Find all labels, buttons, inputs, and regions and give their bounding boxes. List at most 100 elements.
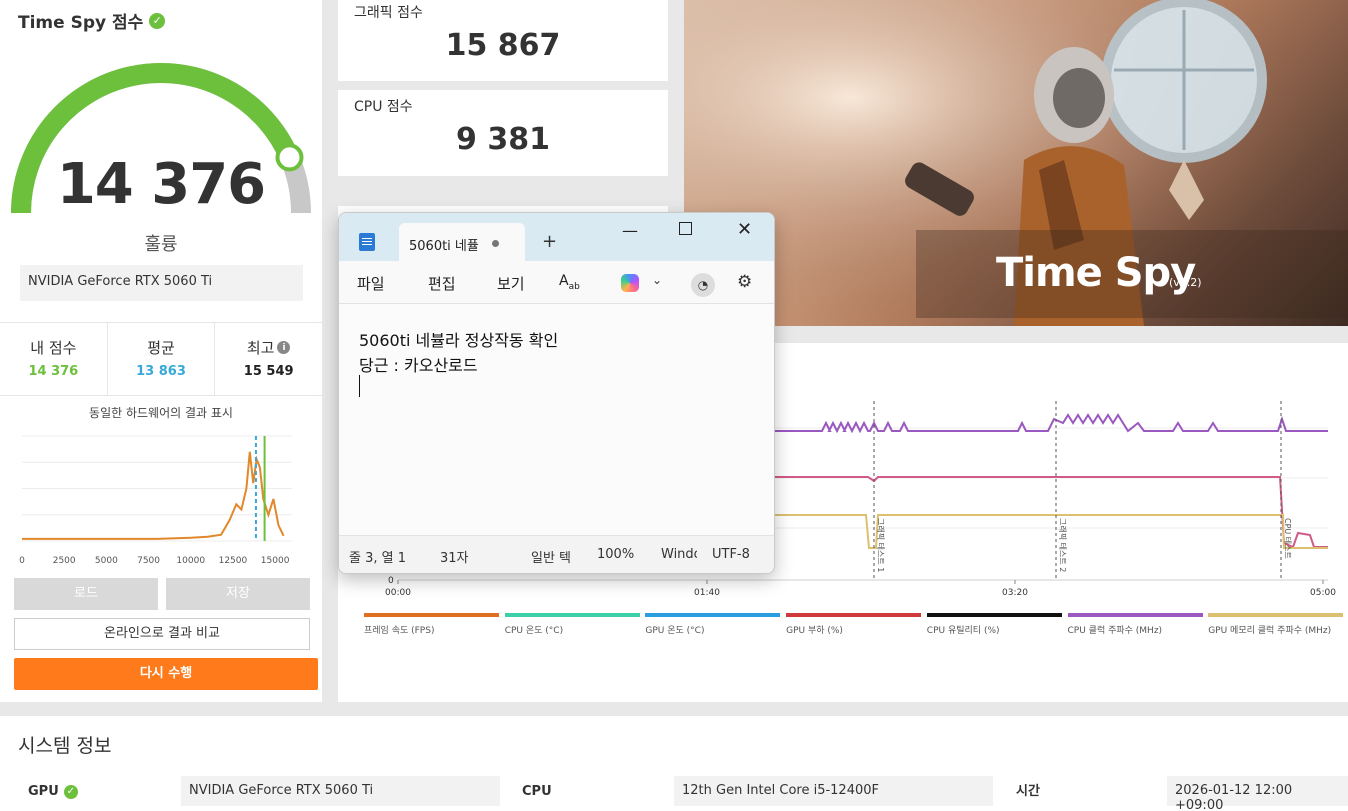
rerun-button[interactable]: 다시 수행 (14, 658, 318, 690)
event-marker-label: 그래픽 테스트 1 (876, 518, 886, 572)
notepad-tab[interactable]: 5060ti 네퓰 (399, 223, 525, 261)
menu-file[interactable]: 파일 (357, 273, 385, 294)
legend-swatch (926, 613, 1062, 617)
stat-my-score: 내 점수 14 376 (0, 323, 108, 395)
legend-swatch (504, 613, 640, 617)
legend-swatch (1208, 613, 1344, 617)
status-encoding[interactable]: UTF-8 (712, 547, 750, 562)
unsaved-dot-icon[interactable] (492, 240, 499, 247)
legend-swatch (645, 613, 781, 617)
total-score: 14 376 (56, 152, 266, 217)
legend-label: 프레임 속도 (FPS) (364, 626, 435, 636)
legend-label: GPU 부하 (%) (786, 626, 843, 636)
distribution-chart: 0 2500 5000 7500 10000 12500 15000 (19, 435, 292, 563)
notepad-window[interactable]: 5060ti 네퓰 + — ✕ 파일 편집 보기 Aab ⌄ ◔ ⚙ 5060t… (338, 212, 775, 574)
check-icon: ✓ (63, 784, 78, 799)
compare-online-button[interactable]: 온라인으로 결과 비교 (14, 618, 310, 650)
gpu-label-text: GPU (28, 784, 59, 799)
tick-label: 2500 (53, 556, 76, 563)
save-button[interactable]: 저장 (166, 578, 310, 610)
legend-label: CPU 클럭 주파수 (MHz) (1067, 626, 1163, 636)
notepad-app-icon (359, 233, 375, 251)
menu-edit[interactable]: 편집 (428, 273, 456, 294)
legend-swatch (786, 613, 922, 617)
time-tick-label: 00:00 (385, 588, 411, 598)
status-position: 줄 3, 열 1 (349, 551, 406, 566)
legend-label: GPU 온도 (°C) (645, 626, 705, 636)
notepad-tab-title: 5060ti 네퓰 (409, 239, 479, 254)
tick-label: 7500 (137, 556, 160, 563)
tick-label: 0 (19, 556, 25, 563)
tick-label: 12500 (219, 556, 248, 563)
status-line-ending[interactable]: Windows (661, 547, 697, 562)
close-icon[interactable]: ✕ (737, 219, 752, 240)
status-zoom[interactable]: 100% (597, 547, 634, 562)
text-line-2: 당근 : 카오산로드 (359, 356, 478, 375)
graphics-score-value: 15 867 (445, 28, 561, 63)
legend-item[interactable]: CPU 유틸리티 (%) (926, 613, 1062, 636)
score-panel: Time Spy 점수 ✓ 14 376 훌륭 NVIDIA GeForce R… (0, 0, 322, 702)
text-line-1: 5060ti 네뷸라 정상작동 확인 (359, 331, 559, 350)
distribution-line (22, 451, 285, 540)
text-caret (359, 375, 360, 397)
gear-icon[interactable]: ⚙ (737, 272, 752, 292)
legend-item[interactable]: GPU 메모리 클럭 주파수 (MHz) (1208, 613, 1344, 636)
time-tick-label: 03:20 (1002, 588, 1028, 598)
stat-value: 14 376 (28, 364, 79, 379)
cpu-score-card: CPU 점수 9 381 (338, 90, 668, 176)
gpu-memory-clock-line (775, 514, 1328, 549)
gpu-label: GPU ✓ (28, 784, 78, 799)
stat-value: 13 863 (136, 364, 186, 379)
menu-view[interactable]: 보기 (497, 273, 525, 294)
legend-label: CPU 유틸리티 (%) (926, 626, 1000, 636)
legend-swatch (364, 613, 499, 617)
time-label: 시간 (1016, 784, 1040, 799)
legend-item[interactable]: 프레임 속도 (FPS) (364, 613, 499, 636)
profile-icon[interactable]: ◔ (691, 273, 715, 297)
distribution-title: 동일한 하드웨어의 결과 표시 (89, 406, 233, 420)
gpu-value: NVIDIA GeForce RTX 5060 Ti (181, 776, 500, 806)
time-ticks: 0 00:00 01:40 03:20 05:00 (385, 576, 1336, 598)
check-icon: ✓ (149, 12, 166, 29)
monitoring-legend: 프레임 속도 (FPS) CPU 온도 (°C) GPU 온도 (°C) GPU 부하… (364, 613, 1344, 643)
maximize-icon[interactable] (679, 222, 692, 235)
legend-label: CPU 온도 (°C) (504, 626, 564, 636)
cpu-score-value: 9 381 (456, 122, 550, 157)
copilot-icon[interactable] (621, 274, 639, 292)
cpu-label: CPU (522, 784, 552, 799)
stat-best: 최고 i 15 549 (215, 323, 322, 395)
time-value: 2026-01-12 12:00 +09:00 (1167, 776, 1348, 811)
legend-item[interactable]: CPU 클럭 주파수 (MHz) (1067, 613, 1203, 636)
gpu-name-box: NVIDIA GeForce RTX 5060 Ti (20, 265, 303, 301)
legend-item[interactable]: GPU 부하 (%) (786, 613, 922, 636)
load-button[interactable]: 로드 (14, 578, 158, 610)
time-tick-label: 01:40 (694, 588, 720, 598)
score-stats: 내 점수 14 376 평균 13 863 최고 i 15 549 (0, 322, 322, 396)
stat-average: 평균 13 863 (108, 323, 216, 395)
chevron-down-icon[interactable]: ⌄ (652, 273, 662, 287)
event-marker-label: CPU 테스트 (1283, 518, 1292, 559)
system-info-panel: 시스템 정보 GPU ✓ NVIDIA GeForce RTX 5060 Ti … (0, 716, 1348, 811)
tick-label: 10000 (176, 556, 205, 563)
legend-label: GPU 메모리 클럭 주파수 (MHz) (1208, 626, 1332, 636)
stat-label: 내 점수 (30, 339, 77, 357)
minimize-icon[interactable]: — (622, 221, 638, 240)
cpu-clock-line (775, 413, 1328, 434)
tick-label: 5000 (95, 556, 118, 563)
hero-title: Time Spy (996, 250, 1196, 296)
score-rating: 훌륭 (144, 234, 178, 255)
hero-version: (v1.2) (1169, 276, 1202, 289)
distribution-grid (22, 435, 292, 542)
cpu-score-label: CPU 점수 (354, 99, 413, 115)
cpu-value: 12th Gen Intel Core i5-12400F (674, 776, 993, 806)
graphics-score-label: 그래픽 점수 (354, 5, 423, 21)
stat-label: 평균 (147, 339, 175, 357)
status-format[interactable]: 일반 텍 (531, 547, 576, 566)
legend-item[interactable]: CPU 온도 (°C) (504, 613, 640, 636)
legend-item[interactable]: GPU 온도 (°C) (645, 613, 781, 636)
new-tab-plus-icon[interactable]: + (542, 231, 557, 252)
text-format-icon[interactable]: Aab (559, 273, 580, 292)
info-icon[interactable]: i (277, 341, 291, 354)
status-chars: 31자 (440, 551, 469, 566)
stat-label-text: 최고 (246, 339, 275, 357)
